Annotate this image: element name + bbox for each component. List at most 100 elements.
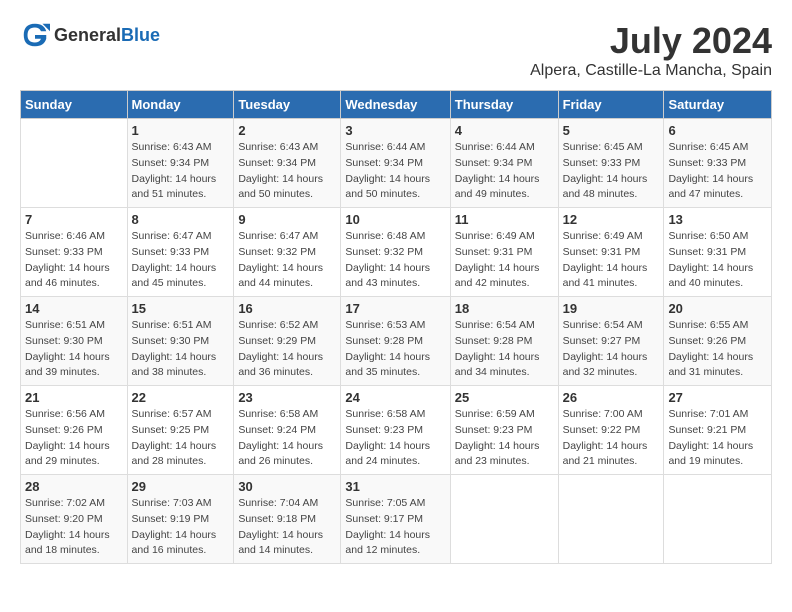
- day-number: 11: [455, 212, 554, 227]
- header-day-friday: Friday: [558, 91, 664, 119]
- cell-info: Sunrise: 6:54 AMSunset: 9:27 PMDaylight:…: [563, 318, 660, 381]
- header-day-thursday: Thursday: [450, 91, 558, 119]
- day-number: 26: [563, 390, 660, 405]
- calendar-cell: [558, 475, 664, 564]
- cell-info: Sunrise: 7:04 AMSunset: 9:18 PMDaylight:…: [238, 496, 336, 559]
- calendar-cell: 20 Sunrise: 6:55 AMSunset: 9:26 PMDaylig…: [664, 297, 772, 386]
- cell-info: Sunrise: 6:48 AMSunset: 9:32 PMDaylight:…: [345, 229, 445, 292]
- day-number: 31: [345, 479, 445, 494]
- day-number: 4: [455, 123, 554, 138]
- calendar-body: 1 Sunrise: 6:43 AMSunset: 9:34 PMDayligh…: [21, 119, 772, 564]
- header-day-tuesday: Tuesday: [234, 91, 341, 119]
- day-number: 25: [455, 390, 554, 405]
- cell-info: Sunrise: 6:45 AMSunset: 9:33 PMDaylight:…: [668, 140, 767, 203]
- title-block: July 2024 Alpera, Castille-La Mancha, Sp…: [530, 20, 772, 80]
- cell-info: Sunrise: 6:52 AMSunset: 9:29 PMDaylight:…: [238, 318, 336, 381]
- calendar-cell: 11 Sunrise: 6:49 AMSunset: 9:31 PMDaylig…: [450, 208, 558, 297]
- cell-info: Sunrise: 6:47 AMSunset: 9:33 PMDaylight:…: [132, 229, 230, 292]
- logo-text: GeneralBlue: [54, 25, 160, 46]
- cell-info: Sunrise: 6:51 AMSunset: 9:30 PMDaylight:…: [25, 318, 123, 381]
- calendar-cell: 27 Sunrise: 7:01 AMSunset: 9:21 PMDaylig…: [664, 386, 772, 475]
- calendar-cell: 14 Sunrise: 6:51 AMSunset: 9:30 PMDaylig…: [21, 297, 128, 386]
- week-row-0: 1 Sunrise: 6:43 AMSunset: 9:34 PMDayligh…: [21, 119, 772, 208]
- calendar-cell: 13 Sunrise: 6:50 AMSunset: 9:31 PMDaylig…: [664, 208, 772, 297]
- day-number: 27: [668, 390, 767, 405]
- cell-info: Sunrise: 6:44 AMSunset: 9:34 PMDaylight:…: [455, 140, 554, 203]
- cell-info: Sunrise: 6:55 AMSunset: 9:26 PMDaylight:…: [668, 318, 767, 381]
- cell-info: Sunrise: 6:43 AMSunset: 9:34 PMDaylight:…: [132, 140, 230, 203]
- calendar-cell: 5 Sunrise: 6:45 AMSunset: 9:33 PMDayligh…: [558, 119, 664, 208]
- day-number: 28: [25, 479, 123, 494]
- calendar-cell: 30 Sunrise: 7:04 AMSunset: 9:18 PMDaylig…: [234, 475, 341, 564]
- cell-info: Sunrise: 6:43 AMSunset: 9:34 PMDaylight:…: [238, 140, 336, 203]
- calendar-cell: 9 Sunrise: 6:47 AMSunset: 9:32 PMDayligh…: [234, 208, 341, 297]
- calendar-cell: 22 Sunrise: 6:57 AMSunset: 9:25 PMDaylig…: [127, 386, 234, 475]
- cell-info: Sunrise: 6:53 AMSunset: 9:28 PMDaylight:…: [345, 318, 445, 381]
- day-number: 24: [345, 390, 445, 405]
- day-number: 18: [455, 301, 554, 316]
- calendar-cell: 1 Sunrise: 6:43 AMSunset: 9:34 PMDayligh…: [127, 119, 234, 208]
- calendar-cell: [21, 119, 128, 208]
- calendar-cell: 7 Sunrise: 6:46 AMSunset: 9:33 PMDayligh…: [21, 208, 128, 297]
- day-number: 23: [238, 390, 336, 405]
- calendar-cell: 24 Sunrise: 6:58 AMSunset: 9:23 PMDaylig…: [341, 386, 450, 475]
- cell-info: Sunrise: 6:47 AMSunset: 9:32 PMDaylight:…: [238, 229, 336, 292]
- day-number: 16: [238, 301, 336, 316]
- day-number: 9: [238, 212, 336, 227]
- calendar-cell: 6 Sunrise: 6:45 AMSunset: 9:33 PMDayligh…: [664, 119, 772, 208]
- day-number: 10: [345, 212, 445, 227]
- week-row-1: 7 Sunrise: 6:46 AMSunset: 9:33 PMDayligh…: [21, 208, 772, 297]
- day-number: 20: [668, 301, 767, 316]
- cell-info: Sunrise: 6:46 AMSunset: 9:33 PMDaylight:…: [25, 229, 123, 292]
- calendar-table: SundayMondayTuesdayWednesdayThursdayFrid…: [20, 90, 772, 564]
- calendar-cell: [450, 475, 558, 564]
- calendar-cell: 15 Sunrise: 6:51 AMSunset: 9:30 PMDaylig…: [127, 297, 234, 386]
- cell-info: Sunrise: 6:49 AMSunset: 9:31 PMDaylight:…: [455, 229, 554, 292]
- cell-info: Sunrise: 6:56 AMSunset: 9:26 PMDaylight:…: [25, 407, 123, 470]
- cell-info: Sunrise: 6:51 AMSunset: 9:30 PMDaylight:…: [132, 318, 230, 381]
- calendar-cell: 19 Sunrise: 6:54 AMSunset: 9:27 PMDaylig…: [558, 297, 664, 386]
- calendar-cell: 31 Sunrise: 7:05 AMSunset: 9:17 PMDaylig…: [341, 475, 450, 564]
- calendar-cell: [664, 475, 772, 564]
- cell-info: Sunrise: 6:49 AMSunset: 9:31 PMDaylight:…: [563, 229, 660, 292]
- calendar-cell: 25 Sunrise: 6:59 AMSunset: 9:23 PMDaylig…: [450, 386, 558, 475]
- day-number: 6: [668, 123, 767, 138]
- calendar-cell: 3 Sunrise: 6:44 AMSunset: 9:34 PMDayligh…: [341, 119, 450, 208]
- calendar-cell: 16 Sunrise: 6:52 AMSunset: 9:29 PMDaylig…: [234, 297, 341, 386]
- cell-info: Sunrise: 6:59 AMSunset: 9:23 PMDaylight:…: [455, 407, 554, 470]
- cell-info: Sunrise: 6:58 AMSunset: 9:24 PMDaylight:…: [238, 407, 336, 470]
- day-number: 22: [132, 390, 230, 405]
- header-row: SundayMondayTuesdayWednesdayThursdayFrid…: [21, 91, 772, 119]
- cell-info: Sunrise: 6:54 AMSunset: 9:28 PMDaylight:…: [455, 318, 554, 381]
- day-number: 19: [563, 301, 660, 316]
- logo-blue: Blue: [121, 25, 160, 45]
- day-number: 14: [25, 301, 123, 316]
- calendar-cell: 18 Sunrise: 6:54 AMSunset: 9:28 PMDaylig…: [450, 297, 558, 386]
- day-number: 30: [238, 479, 336, 494]
- day-number: 8: [132, 212, 230, 227]
- calendar-cell: 28 Sunrise: 7:02 AMSunset: 9:20 PMDaylig…: [21, 475, 128, 564]
- page-header: GeneralBlue July 2024 Alpera, Castille-L…: [20, 20, 772, 80]
- day-number: 7: [25, 212, 123, 227]
- calendar-cell: 29 Sunrise: 7:03 AMSunset: 9:19 PMDaylig…: [127, 475, 234, 564]
- cell-info: Sunrise: 7:02 AMSunset: 9:20 PMDaylight:…: [25, 496, 123, 559]
- calendar-cell: 2 Sunrise: 6:43 AMSunset: 9:34 PMDayligh…: [234, 119, 341, 208]
- calendar-cell: 26 Sunrise: 7:00 AMSunset: 9:22 PMDaylig…: [558, 386, 664, 475]
- calendar-cell: 12 Sunrise: 6:49 AMSunset: 9:31 PMDaylig…: [558, 208, 664, 297]
- day-number: 21: [25, 390, 123, 405]
- day-number: 2: [238, 123, 336, 138]
- cell-info: Sunrise: 6:45 AMSunset: 9:33 PMDaylight:…: [563, 140, 660, 203]
- cell-info: Sunrise: 6:58 AMSunset: 9:23 PMDaylight:…: [345, 407, 445, 470]
- logo: GeneralBlue: [20, 20, 160, 50]
- header-day-saturday: Saturday: [664, 91, 772, 119]
- cell-info: Sunrise: 7:00 AMSunset: 9:22 PMDaylight:…: [563, 407, 660, 470]
- week-row-3: 21 Sunrise: 6:56 AMSunset: 9:26 PMDaylig…: [21, 386, 772, 475]
- calendar-cell: 4 Sunrise: 6:44 AMSunset: 9:34 PMDayligh…: [450, 119, 558, 208]
- day-number: 12: [563, 212, 660, 227]
- day-number: 13: [668, 212, 767, 227]
- cell-info: Sunrise: 6:50 AMSunset: 9:31 PMDaylight:…: [668, 229, 767, 292]
- day-number: 3: [345, 123, 445, 138]
- day-number: 15: [132, 301, 230, 316]
- day-number: 5: [563, 123, 660, 138]
- header-day-sunday: Sunday: [21, 91, 128, 119]
